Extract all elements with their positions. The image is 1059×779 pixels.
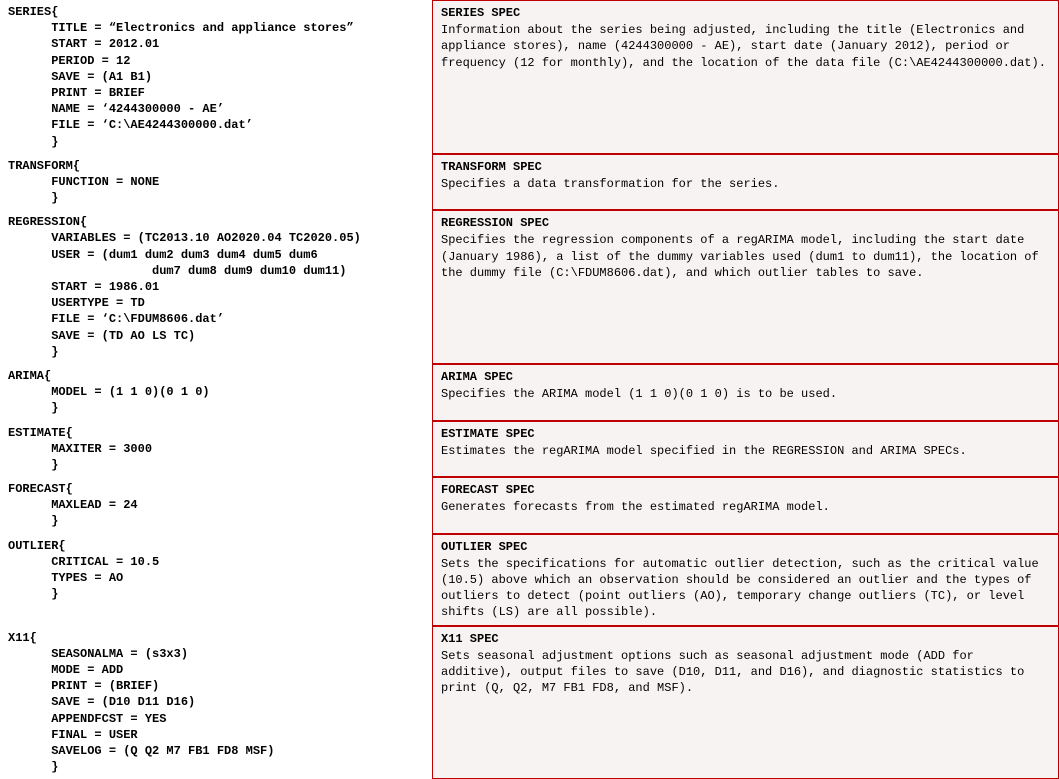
spec-code-text: SERIES{ TITLE = “Electronics and applian… — [8, 5, 354, 149]
spec-explain-transform: TRANSFORM SPEC Specifies a data transfor… — [432, 154, 1059, 211]
spec-code-text: FORECAST{ MAXLEAD = 24 } — [8, 482, 138, 528]
spec-desc: Specifies the ARIMA model (1 1 0)(0 1 0)… — [441, 386, 1050, 402]
spec-desc: Specifies the regression components of a… — [441, 232, 1050, 281]
spec-explain-estimate: ESTIMATE SPEC Estimates the regARIMA mod… — [432, 421, 1059, 478]
spec-code-regression: REGRESSION{ VARIABLES = (TC2013.10 AO202… — [0, 210, 430, 364]
spec-code-series: SERIES{ TITLE = “Electronics and applian… — [0, 0, 430, 154]
spec-table: SERIES{ TITLE = “Electronics and applian… — [0, 0, 1059, 779]
spec-code-outlier: OUTLIER{ CRITICAL = 10.5 TYPES = AO } — [0, 534, 430, 626]
spec-row-regression: REGRESSION{ VARIABLES = (TC2013.10 AO202… — [0, 210, 1059, 364]
spec-explain-series: SERIES SPEC Information about the series… — [432, 0, 1059, 154]
spec-title: ESTIMATE SPEC — [441, 426, 1050, 442]
spec-row-x11: X11{ SEASONALMA = (s3x3) MODE = ADD PRIN… — [0, 626, 1059, 779]
spec-explain-x11: X11 SPEC Sets seasonal adjustment option… — [432, 626, 1059, 779]
spec-code-text: ESTIMATE{ MAXITER = 3000 } — [8, 426, 152, 472]
spec-code-x11: X11{ SEASONALMA = (s3x3) MODE = ADD PRIN… — [0, 626, 430, 779]
spec-desc: Sets the specifications for automatic ou… — [441, 556, 1050, 621]
spec-title: X11 SPEC — [441, 631, 1050, 647]
spec-code-forecast: FORECAST{ MAXLEAD = 24 } — [0, 477, 430, 534]
spec-title: SERIES SPEC — [441, 5, 1050, 21]
spec-desc: Estimates the regARIMA model specified i… — [441, 443, 1050, 459]
spec-code-text: X11{ SEASONALMA = (s3x3) MODE = ADD PRIN… — [8, 631, 274, 775]
spec-explain-outlier: OUTLIER SPEC Sets the specifications for… — [432, 534, 1059, 626]
spec-desc: Generates forecasts from the estimated r… — [441, 499, 1050, 515]
spec-code-transform: TRANSFORM{ FUNCTION = NONE } — [0, 154, 430, 211]
spec-desc: Specifies a data transformation for the … — [441, 176, 1050, 192]
spec-code-estimate: ESTIMATE{ MAXITER = 3000 } — [0, 421, 430, 478]
spec-code-text: REGRESSION{ VARIABLES = (TC2013.10 AO202… — [8, 215, 361, 359]
spec-code-text: TRANSFORM{ FUNCTION = NONE } — [8, 159, 159, 205]
spec-explain-arima: ARIMA SPEC Specifies the ARIMA model (1 … — [432, 364, 1059, 421]
spec-row-transform: TRANSFORM{ FUNCTION = NONE } TRANSFORM S… — [0, 154, 1059, 211]
spec-row-forecast: FORECAST{ MAXLEAD = 24 } FORECAST SPEC G… — [0, 477, 1059, 534]
spec-row-outlier: OUTLIER{ CRITICAL = 10.5 TYPES = AO } OU… — [0, 534, 1059, 626]
spec-row-estimate: ESTIMATE{ MAXITER = 3000 } ESTIMATE SPEC… — [0, 421, 1059, 478]
spec-explain-forecast: FORECAST SPEC Generates forecasts from t… — [432, 477, 1059, 534]
spec-desc: Information about the series being adjus… — [441, 22, 1050, 71]
spec-row-arima: ARIMA{ MODEL = (1 1 0)(0 1 0) } ARIMA SP… — [0, 364, 1059, 421]
spec-title: TRANSFORM SPEC — [441, 159, 1050, 175]
spec-explain-regression: REGRESSION SPEC Specifies the regression… — [432, 210, 1059, 364]
spec-row-series: SERIES{ TITLE = “Electronics and applian… — [0, 0, 1059, 154]
spec-title: OUTLIER SPEC — [441, 539, 1050, 555]
spec-title: REGRESSION SPEC — [441, 215, 1050, 231]
spec-title: ARIMA SPEC — [441, 369, 1050, 385]
spec-desc: Sets seasonal adjustment options such as… — [441, 648, 1050, 697]
spec-code-arima: ARIMA{ MODEL = (1 1 0)(0 1 0) } — [0, 364, 430, 421]
spec-title: FORECAST SPEC — [441, 482, 1050, 498]
spec-code-text: OUTLIER{ CRITICAL = 10.5 TYPES = AO } — [8, 539, 159, 602]
spec-code-text: ARIMA{ MODEL = (1 1 0)(0 1 0) } — [8, 369, 210, 415]
